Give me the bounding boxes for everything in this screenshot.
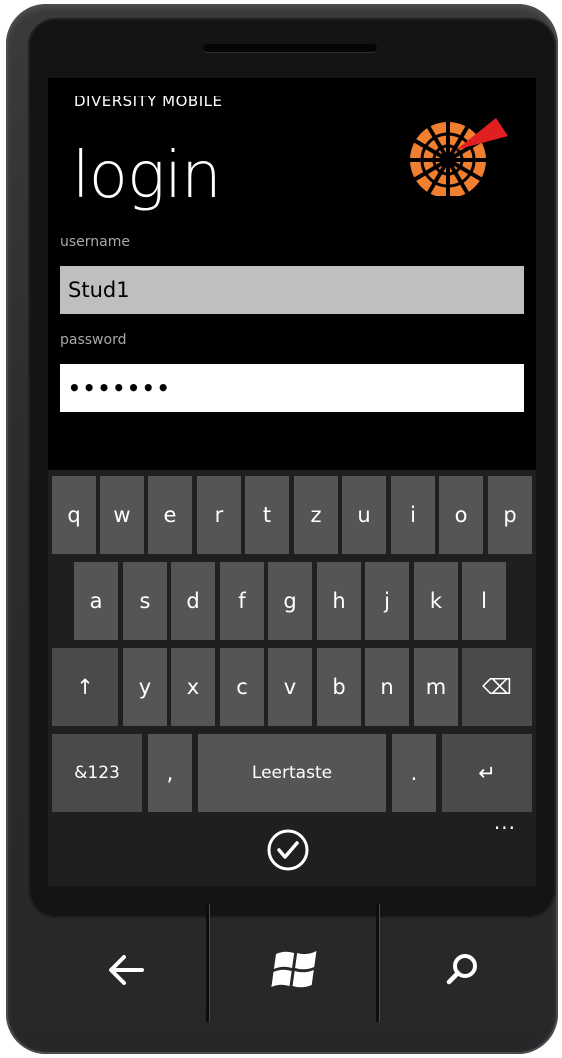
key-comma[interactable]: , <box>148 734 192 812</box>
key-a[interactable]: a <box>74 562 118 640</box>
more-options-button[interactable]: ··· <box>494 816 516 840</box>
key-c[interactable]: c <box>220 648 264 726</box>
key-z[interactable]: z <box>294 476 338 554</box>
hardware-divider <box>206 904 209 1022</box>
key-e[interactable]: e <box>148 476 192 554</box>
app-bar: ··· <box>48 814 536 886</box>
key-s[interactable]: s <box>123 562 167 640</box>
key-q[interactable]: q <box>52 476 96 554</box>
key-t[interactable]: t <box>245 476 289 554</box>
password-input[interactable]: ••••••• <box>60 364 524 412</box>
key-w[interactable]: w <box>100 476 144 554</box>
hardware-divider <box>376 904 379 1022</box>
screen: DIVERSITY MOBILE login username Stud1 pa… <box>48 78 536 886</box>
key-g[interactable]: g <box>268 562 312 640</box>
key-m[interactable]: m <box>414 648 458 726</box>
page-title: login <box>72 139 222 213</box>
search-icon[interactable] <box>432 940 492 1000</box>
diversity-logo-icon <box>406 118 508 196</box>
username-input[interactable]: Stud1 <box>60 266 524 314</box>
back-icon[interactable] <box>96 940 156 1000</box>
key-j[interactable]: j <box>365 562 409 640</box>
key-l[interactable]: l <box>462 562 506 640</box>
keyboard-row-3: ↑ y x c v b n m ⌫ <box>48 648 536 728</box>
keyboard-row-4: &123 , Leertaste . ↵ <box>48 734 536 814</box>
backspace-key[interactable]: ⌫ <box>462 648 532 726</box>
key-k[interactable]: k <box>414 562 458 640</box>
windows-start-icon[interactable] <box>262 940 322 1000</box>
key-b[interactable]: b <box>317 648 361 726</box>
key-i[interactable]: i <box>391 476 435 554</box>
key-o[interactable]: o <box>439 476 483 554</box>
password-label: password <box>60 332 127 348</box>
key-v[interactable]: v <box>268 648 312 726</box>
key-u[interactable]: u <box>342 476 386 554</box>
enter-key[interactable]: ↵ <box>442 734 532 812</box>
space-key[interactable]: Leertaste <box>198 734 386 812</box>
check-icon[interactable] <box>266 828 310 872</box>
key-r[interactable]: r <box>197 476 241 554</box>
speaker-grille <box>203 44 377 52</box>
key-y[interactable]: y <box>123 648 167 726</box>
key-h[interactable]: h <box>317 562 361 640</box>
app-title: DIVERSITY MOBILE <box>74 96 223 110</box>
symbols-key[interactable]: &123 <box>52 734 142 812</box>
key-d[interactable]: d <box>171 562 215 640</box>
key-n[interactable]: n <box>365 648 409 726</box>
shift-key[interactable]: ↑ <box>52 648 118 726</box>
keyboard-row-1: q w e r t z u i o p <box>48 476 536 556</box>
key-period[interactable]: . <box>392 734 436 812</box>
key-f[interactable]: f <box>220 562 264 640</box>
key-p[interactable]: p <box>488 476 532 554</box>
keyboard-row-2: a s d f g h j k l <box>48 562 536 642</box>
username-label: username <box>60 234 130 250</box>
key-x[interactable]: x <box>171 648 215 726</box>
